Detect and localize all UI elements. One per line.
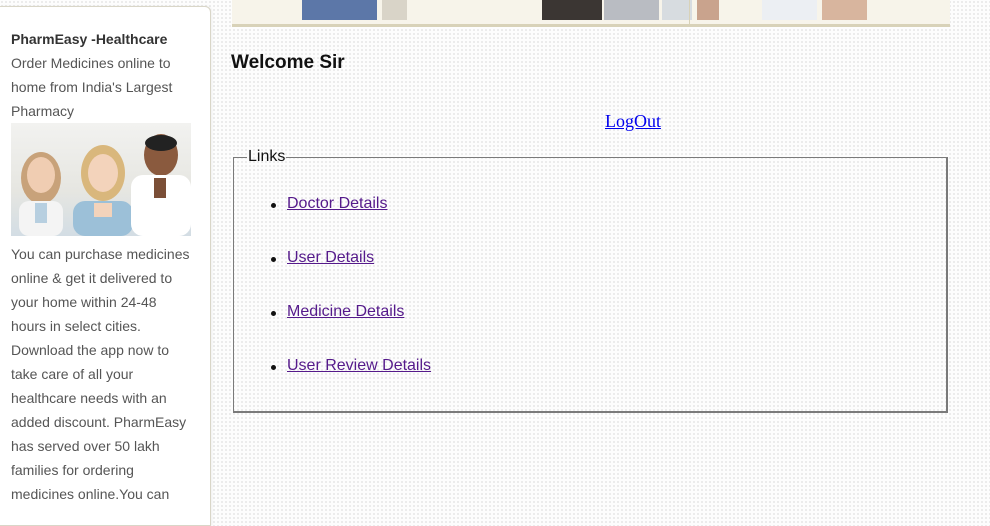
links-list: Doctor Details User Details Medicine Det… [271, 195, 431, 411]
header-banner [232, 0, 950, 27]
list-item: User Details [271, 249, 431, 303]
list-item: User Review Details [271, 357, 431, 411]
medicine-details-link[interactable]: Medicine Details [287, 303, 404, 320]
banner-divider [689, 0, 690, 27]
user-review-details-link[interactable]: User Review Details [287, 357, 431, 374]
links-fieldset: Links Doctor Details User Details Medici… [233, 148, 948, 413]
welcome-heading: Welcome Sir [231, 52, 345, 73]
sidebar-description: You can purchase medicines online & get … [11, 246, 190, 502]
banner-image [302, 0, 867, 20]
sidebar-title: PharmEasy -Healthcare [11, 31, 168, 47]
sidebar: PharmEasy -Healthcare Order Medicines on… [0, 6, 211, 526]
user-details-link[interactable]: User Details [287, 249, 374, 266]
sidebar-tagline: Order Medicines online to home from Indi… [11, 55, 173, 119]
list-item: Medicine Details [271, 303, 431, 357]
links-legend: Links [248, 148, 286, 165]
logout-link[interactable]: LogOut [605, 111, 661, 132]
list-item: Doctor Details [271, 195, 431, 249]
doctor-details-link[interactable]: Doctor Details [287, 195, 387, 212]
doctors-image [11, 123, 191, 236]
